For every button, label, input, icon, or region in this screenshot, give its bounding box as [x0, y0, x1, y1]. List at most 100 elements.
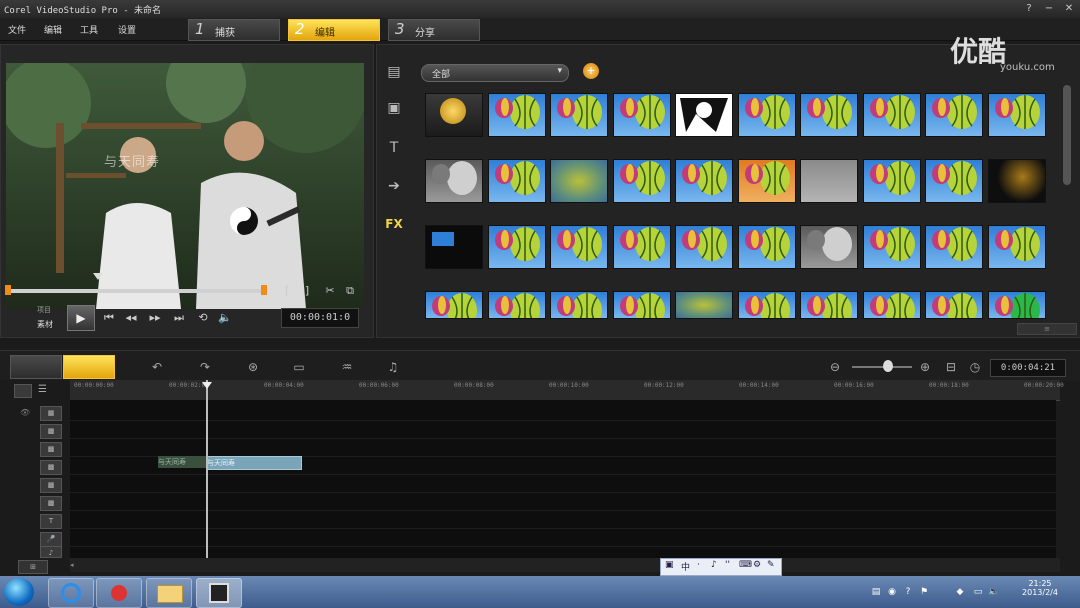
scrubber-bar[interactable] [9, 289, 265, 293]
timeline-scrollbar[interactable]: ◂ [70, 558, 1060, 572]
filter-thumbnail[interactable] [737, 291, 796, 319]
menu-settings[interactable]: 设置 [118, 23, 136, 36]
zoom-in-icon[interactable]: ⊕ [912, 357, 938, 377]
overlay-track-icon-5[interactable]: ▩ [40, 496, 62, 511]
filter-thumbnail[interactable]: FX 往内扩展 [800, 93, 858, 137]
zoom-slider[interactable] [852, 366, 912, 368]
filter-thumbnail[interactable] [862, 291, 921, 319]
tray-security-icon[interactable]: ◆ [954, 586, 966, 598]
filter-thumbnail[interactable]: 自动曝光 [987, 225, 1046, 269]
mark-out-button[interactable]: ] [301, 283, 313, 299]
timeline-playhead[interactable] [206, 380, 208, 558]
player-timecode[interactable]: 00:00:01:0 [281, 308, 359, 328]
filter-thumbnail[interactable]: FX 涟漪 [862, 93, 921, 137]
next-frame-icon[interactable]: ▸▸ [147, 310, 163, 326]
filter-thumbnail[interactable]: 动态模糊 [550, 159, 608, 203]
menu-file[interactable]: 文件 [8, 23, 26, 36]
filter-thumbnail[interactable]: 单色 [425, 159, 483, 203]
tab-share[interactable]: 3 分享 [388, 19, 480, 41]
track-list-icon[interactable]: ☰ [38, 384, 60, 396]
zoom-out-icon[interactable]: ⊖ [822, 357, 848, 377]
add-filter-icon[interactable]: + [583, 63, 599, 79]
ime-sound[interactable]: ♪ [711, 560, 717, 570]
title-track-icon[interactable]: T [40, 514, 62, 529]
filter-thumbnail[interactable] [612, 291, 671, 319]
help-icon[interactable]: ? [1020, 2, 1038, 16]
filter-thumbnail[interactable]: FX 单色 [487, 93, 546, 137]
scroll-left-icon[interactable]: ◂ [70, 561, 78, 569]
filter-thumbnail[interactable] [987, 291, 1046, 319]
filter-thumbnail[interactable] [550, 291, 608, 319]
tray-volume-icon[interactable]: 🔈 [988, 586, 1000, 598]
overlay-track-icon-4[interactable]: ▩ [40, 478, 62, 493]
ime-handwrite[interactable]: ✎ [767, 560, 775, 570]
zoom-slider-knob[interactable] [883, 360, 893, 372]
close-icon[interactable]: ✕ [1060, 2, 1078, 16]
music-track-icon[interactable]: ♪ [40, 546, 62, 558]
overlay-track-icon-1[interactable]: ▩ [40, 424, 62, 439]
track-manager-icon[interactable]: ▭ [286, 357, 312, 377]
filter-thumbnail[interactable] [925, 291, 983, 319]
timeline-tracks[interactable] [70, 400, 1056, 558]
timeline-pre-clip[interactable]: 与天同寿 [158, 456, 206, 468]
taskbar-clock[interactable]: 21:25 2013/2/4 [1010, 579, 1070, 597]
filter-thumbnail[interactable]: 翻转 [675, 159, 733, 203]
filter-thumbnail[interactable]: 缩放动作 [550, 225, 608, 269]
timeline-timecode[interactable]: 0:00:04:21 [990, 359, 1066, 377]
filter-thumbnail[interactable]: 镜像 [737, 225, 796, 269]
filter-thumbnail[interactable] [800, 291, 858, 319]
filter-thumbnail[interactable]: 反转 [737, 159, 796, 203]
minimize-icon[interactable]: − [1040, 2, 1058, 16]
tab-edit[interactable]: 2 编辑 [288, 19, 380, 41]
project-duration-icon[interactable]: ◷ [962, 357, 988, 377]
ime-punct[interactable]: · [697, 560, 700, 570]
mark-in-button[interactable]: [ [281, 283, 293, 299]
go-start-icon[interactable]: ⏮ [101, 310, 117, 326]
filter-thumbnail[interactable]: 波纹 [925, 93, 983, 137]
filter-thumbnail[interactable]: FX 锐化 [675, 93, 733, 137]
tray-network-icon[interactable]: ▤ [870, 586, 882, 598]
repeat-icon[interactable]: ⟲ [195, 310, 211, 326]
folder-taskbar-icon[interactable] [146, 578, 192, 608]
playhead-handle[interactable] [202, 382, 212, 389]
filter-thumbnail[interactable]: 浮雕 [800, 159, 858, 203]
overlay-track-icon-2[interactable]: ▩ [40, 442, 62, 457]
library-filter-select[interactable]: 全部 ▾ [421, 64, 569, 82]
library-scrollbar[interactable] [1063, 85, 1071, 185]
prev-frame-icon[interactable]: ◂◂ [123, 310, 139, 326]
ime-logo-icon[interactable]: ▣ [665, 560, 674, 570]
overlay-track-icon-3[interactable]: ▩ [40, 460, 62, 475]
menu-tools[interactable]: 工具 [80, 23, 98, 36]
filter-thumbnail[interactable]: 光芒 [987, 159, 1046, 203]
undo-icon[interactable]: ↶ [144, 357, 170, 377]
filter-thumbnail[interactable]: FX 马赛克 [612, 93, 671, 137]
filter-thumbnail[interactable] [487, 291, 546, 319]
filter-library-icon[interactable]: FX [381, 211, 407, 237]
track-toggle-icon[interactable] [14, 384, 32, 398]
filter-thumbnail[interactable]: FX 往外扩展 [737, 93, 796, 137]
filter-thumbnail[interactable]: 雷达图 [425, 225, 483, 269]
play-button[interactable]: ▶ [67, 305, 95, 331]
track-visibility-icon[interactable]: 👁 [20, 408, 30, 417]
enlarge-icon[interactable]: ⧉ [343, 283, 357, 299]
videostudio-taskbar-icon[interactable] [196, 578, 242, 608]
voice-track-icon[interactable]: 🎤 [40, 532, 62, 547]
tray-flag-icon[interactable]: ⚑ [918, 586, 930, 598]
tray-help-icon[interactable]: ? [902, 586, 914, 598]
trim-end-marker[interactable] [261, 285, 267, 295]
ime-quote[interactable]: '' [725, 560, 730, 570]
filter-thumbnail[interactable]: 幻影动作 [487, 225, 546, 269]
ime-chinese-mode[interactable]: 中 [681, 560, 690, 573]
ime-toolbar[interactable]: ▣ 中 · ♪ '' ⌨ ⚙ ✎ [660, 558, 782, 576]
filter-thumbnail[interactable]: 油画 [862, 225, 921, 269]
mode-clip-label[interactable]: 素材 [37, 319, 53, 330]
timeline-ruler[interactable]: 00:00:00:00 00:00:02:00 00:00:04:00 00:00:0… [70, 380, 1064, 401]
media-library-icon[interactable]: ▤ [381, 59, 407, 85]
trim-start-marker[interactable] [5, 285, 11, 295]
storyboard-view-button[interactable] [10, 355, 62, 379]
library-options-button[interactable]: ≡ [1017, 323, 1077, 335]
record-capture-icon[interactable]: ⊛ [240, 357, 266, 377]
filter-thumbnail[interactable]: 色彩偏移 [862, 159, 921, 203]
filter-thumbnail[interactable]: FX 漩涡 [550, 93, 608, 137]
filter-thumbnail[interactable]: 老电影 [800, 225, 858, 269]
